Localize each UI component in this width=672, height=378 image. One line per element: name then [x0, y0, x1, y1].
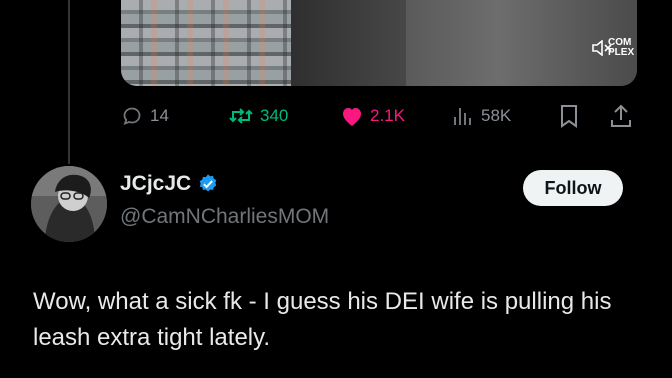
- reply-icon: [123, 107, 141, 125]
- repost-icon: [229, 108, 253, 124]
- reply-count: 14: [150, 106, 169, 125]
- views-icon: [454, 108, 471, 125]
- repost-button[interactable]: 340: [228, 96, 288, 136]
- verified-badge-icon: [199, 174, 217, 192]
- shelf-overlay: [121, 0, 291, 86]
- reply-author-row[interactable]: JCjcJC: [120, 172, 219, 196]
- like-count: 2.1K: [370, 106, 405, 125]
- share-button[interactable]: [609, 96, 633, 136]
- heart-icon: [343, 108, 361, 126]
- user-handle[interactable]: @CamNCharliesMOM: [120, 205, 329, 229]
- bookmark-button[interactable]: [557, 96, 581, 136]
- thread-line: [68, 0, 70, 164]
- share-icon: [611, 104, 631, 127]
- follow-button[interactable]: Follow: [523, 170, 623, 206]
- media-shadow: [291, 0, 406, 86]
- avatar[interactable]: [31, 166, 107, 242]
- views-count: 58K: [481, 106, 512, 125]
- views-button[interactable]: 58K: [451, 96, 511, 136]
- like-button[interactable]: 2.1K: [340, 96, 405, 136]
- avatar-image: [31, 166, 107, 242]
- display-name[interactable]: JCjcJC: [120, 172, 191, 196]
- reply-button[interactable]: 14: [120, 96, 169, 136]
- repost-count: 340: [260, 106, 289, 125]
- reply-text: Wow, what a sick fk - I guess his DEI wi…: [33, 288, 612, 351]
- tweet-media-video[interactable]: COM PLEX: [121, 0, 637, 86]
- tweet-action-bar: 14 340 2.1K 58K: [0, 96, 672, 136]
- bookmark-icon: [561, 105, 577, 128]
- complex-logo: COM PLEX: [608, 37, 635, 58]
